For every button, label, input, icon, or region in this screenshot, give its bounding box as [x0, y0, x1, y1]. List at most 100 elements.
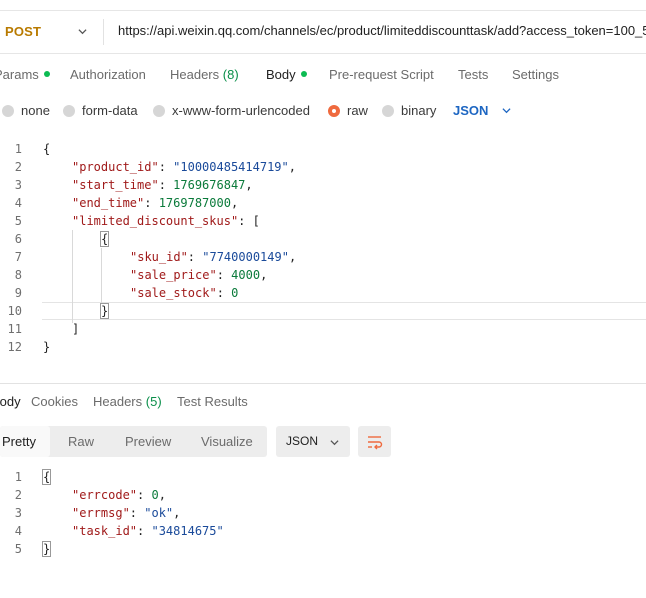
radio-icon [63, 105, 75, 117]
chevron-down-icon [330, 440, 339, 446]
wrap-lines-icon [368, 436, 383, 450]
radio-form-data-label: form-data [82, 103, 138, 118]
json-key: "task_id" [72, 524, 138, 538]
json-key: "errcode" [72, 488, 138, 502]
tab-body-label: Body [266, 67, 296, 82]
code-line: ] [72, 320, 79, 338]
json-number: 4000 [231, 268, 261, 282]
request-url-bar: POST https://api.weixin.qq.com/channels/… [0, 10, 646, 54]
brace-open-matched: { [99, 231, 110, 247]
line-number: 9 [14, 286, 22, 300]
brace-close-matched: } [41, 541, 52, 557]
json-string: "34814675" [151, 524, 224, 538]
line-number: 7 [14, 250, 22, 264]
url-input[interactable]: https://api.weixin.qq.com/channels/ec/pr… [118, 23, 646, 38]
json-key: "limited_discount_skus" [72, 214, 239, 228]
brace-open-matched: { [41, 469, 52, 485]
json-key: "product_id" [72, 160, 159, 174]
request-body-editor[interactable]: { "product_id": "10000485414719", "start… [43, 140, 643, 356]
radio-form-data[interactable]: form-data [63, 103, 138, 118]
radio-none[interactable]: none [2, 103, 50, 118]
tab-body[interactable]: Body [266, 67, 307, 82]
wrap-lines-button[interactable] [358, 426, 391, 457]
code-line: "sale_price": 4000, [130, 268, 268, 282]
tab-params[interactable]: Params [0, 67, 50, 82]
request-line-numbers: 1 2 3 4 5 6 7 8 9 10 11 12 [0, 140, 22, 356]
json-key: "sku_id" [130, 250, 188, 264]
response-tab-cookies[interactable]: Cookies [31, 394, 78, 409]
line-number: 8 [14, 268, 22, 282]
radio-selected-icon [328, 105, 340, 117]
line-number: 4 [14, 524, 22, 538]
json-number: 0 [151, 488, 159, 502]
radio-raw-label: raw [347, 103, 368, 118]
brace-close: } [43, 340, 51, 354]
line-number: 1 [14, 142, 22, 156]
radio-raw[interactable]: raw [328, 103, 368, 118]
method-select[interactable]: POST [5, 24, 41, 39]
line-number: 6 [14, 232, 22, 246]
line-number: 2 [14, 488, 22, 502]
radio-binary[interactable]: binary [382, 103, 436, 118]
radio-icon [382, 105, 394, 117]
code-line: "errcode": 0, [72, 488, 166, 502]
json-key: "sale_price" [130, 268, 217, 282]
chevron-down-icon[interactable] [78, 27, 87, 36]
response-tab-test-results[interactable]: Test Results [177, 394, 248, 409]
tab-pre-request-script[interactable]: Pre-request Script [329, 67, 434, 82]
radio-urlencoded[interactable]: x-www-form-urlencoded [153, 103, 310, 118]
line-number: 5 [14, 214, 22, 228]
code-line: "sku_id": "7740000149", [130, 250, 297, 264]
code-line: } [99, 302, 110, 320]
code-line: "task_id": "34814675" [72, 524, 224, 538]
code-line: { [41, 468, 52, 486]
code-line: { [43, 140, 50, 158]
view-visualize-button[interactable]: Visualize [201, 434, 253, 449]
brace-open: { [43, 142, 51, 156]
line-number: 4 [14, 196, 22, 210]
tab-headers[interactable]: Headers (8) [170, 67, 239, 82]
tab-authorization[interactable]: Authorization [70, 67, 146, 82]
radio-urlencoded-label: x-www-form-urlencoded [172, 103, 310, 118]
json-key: "sale_stock" [130, 286, 217, 300]
line-number: 3 [14, 178, 22, 192]
headers-count-badge: (8) [222, 67, 239, 82]
code-line: "sale_stock": 0 [130, 286, 239, 300]
tab-tests[interactable]: Tests [458, 67, 488, 82]
line-number: 12 [7, 340, 22, 354]
radio-icon [153, 105, 165, 117]
json-string: "7740000149" [202, 250, 289, 264]
json-key: "end_time" [72, 196, 145, 210]
status-dot-icon [300, 71, 307, 77]
line-number: 3 [14, 506, 22, 520]
view-preview-button[interactable]: Preview [125, 434, 171, 449]
code-line: { [99, 230, 110, 248]
radio-binary-label: binary [401, 103, 437, 118]
code-line: "limited_discount_skus": [ [72, 214, 260, 228]
json-number: 1769787000 [158, 196, 231, 210]
response-format-select[interactable]: JSON [276, 426, 350, 457]
tab-headers-label: Headers [170, 67, 220, 82]
response-format-label: JSON [286, 434, 319, 448]
response-tab-headers-label: Headers [93, 394, 143, 409]
tab-settings[interactable]: Settings [512, 67, 559, 82]
response-divider[interactable] [0, 383, 646, 384]
code-line: } [41, 540, 52, 558]
response-tab-headers[interactable]: Headers (5) [93, 394, 162, 409]
response-body-viewer[interactable]: { "errcode": 0, "errmsg": "ok", "task_id… [41, 468, 643, 558]
line-number: 10 [7, 304, 22, 318]
code-line: } [43, 338, 50, 356]
json-key: "errmsg" [72, 506, 130, 520]
bracket-close: ] [72, 322, 80, 336]
radio-none-label: none [21, 103, 50, 118]
code-line: "start_time": 1769676847, [72, 178, 253, 192]
status-dot-icon [43, 71, 50, 77]
radio-icon [2, 105, 14, 117]
json-string: "ok" [144, 506, 174, 520]
body-format-select[interactable]: JSON [453, 103, 511, 118]
json-key: "start_time" [72, 178, 159, 192]
line-number: 11 [7, 322, 22, 336]
view-raw-button[interactable]: Raw [68, 434, 94, 449]
response-tab-body[interactable]: Body [0, 394, 21, 409]
divider [103, 19, 104, 45]
